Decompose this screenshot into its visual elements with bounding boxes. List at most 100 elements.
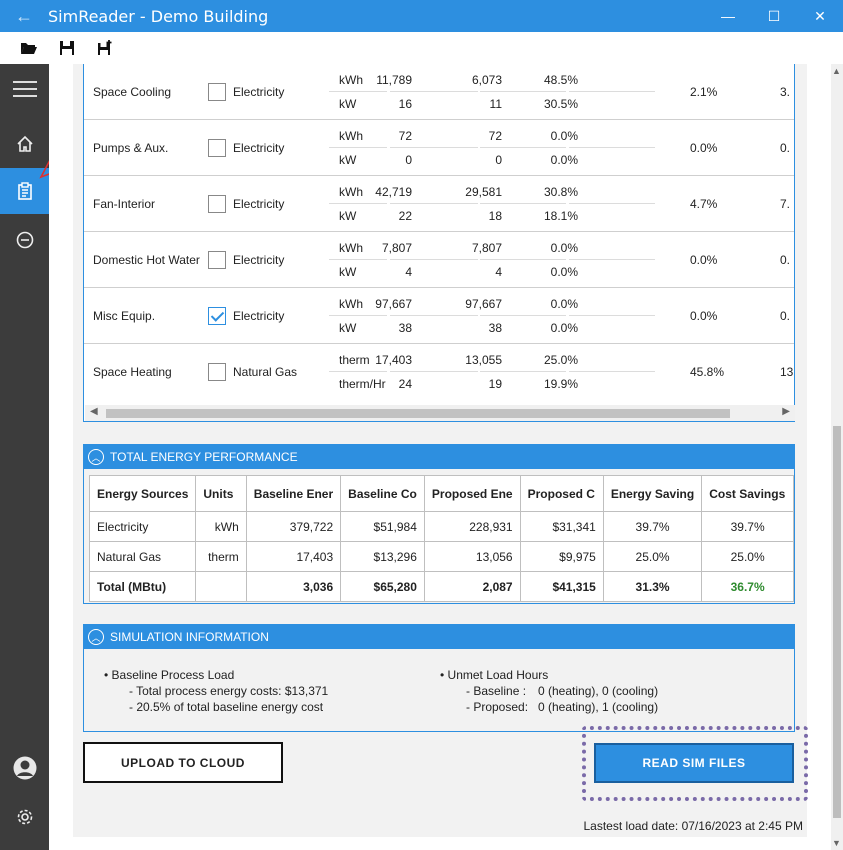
metric-unit: kW [339,209,357,223]
minimize-button[interactable]: — [705,0,751,32]
truncated-value: 7. [780,197,791,211]
metric-value: 16 [398,97,412,111]
scroll-up-arrow-icon[interactable]: ▲ [832,66,841,76]
column-header[interactable]: Units [195,475,247,512]
baseline-energy-share-line: - 20.5% of total baseline energy cost [129,700,324,714]
chevron-up-icon[interactable]: ︿ [88,629,104,645]
scroll-left-arrow-icon[interactable]: ◀ [90,406,98,417]
save-icon[interactable] [56,37,78,59]
simulation-information-body: • Baseline Process Load - Total process … [84,649,794,731]
metric-row: therm/Hr 24 19 19.9% [329,372,794,396]
end-use-checkbox[interactable] [208,195,226,213]
end-use-checkbox[interactable] [208,83,226,101]
simulation-information-section: ︿ SIMULATION INFORMATION • Baseline Proc… [83,624,795,732]
end-use-checkbox[interactable] [208,251,226,269]
metric-value: 7,807 [381,241,412,255]
chevron-up-icon[interactable]: ︿ [88,449,104,465]
total-performance-table: Energy Sources Units Baseline Ener Basel… [88,475,794,602]
section-title: SIMULATION INFORMATION [110,630,269,644]
scroll-down-arrow-icon[interactable]: ▼ [832,838,841,848]
folder-open-icon[interactable] [18,37,40,59]
table-cell: therm [195,541,247,572]
scrollbar-thumb[interactable] [106,409,730,418]
metric-value: 0.0% [550,297,578,311]
metric-value: 24 [398,377,412,391]
metric-value: 30.5% [543,97,578,111]
metric-row: kWh 11,789 6,073 48.5% [329,68,794,92]
table-cell: $9,975 [519,541,604,572]
table-cell: $65,280 [340,571,425,602]
table-cell: 2,087 [423,571,521,602]
column-header[interactable]: Proposed C [519,475,604,512]
scrollbar-thumb[interactable] [833,426,841,818]
metric-row: kW 4 4 0.0% [329,260,794,284]
savings-percent: 4.7% [690,197,718,211]
metric-value: 48.5% [543,73,578,87]
metric-value: 38 [488,321,502,335]
column-header[interactable]: Cost Savings [701,475,794,512]
vertical-scrollbar[interactable]: ▲ ▼ [831,64,843,850]
end-use-name: Pumps & Aux. [93,141,169,155]
table-cell: 25.0% [701,541,794,572]
metric-value: 11 [489,97,502,111]
total-energy-performance-header[interactable]: ︿ TOTAL ENERGY PERFORMANCE [84,445,794,469]
table-cell: Total (MBtu) [88,571,197,602]
end-use-row: Domestic Hot Water Electricity kWh 7,807 7,8… [84,232,794,288]
end-use-checkbox[interactable] [208,139,226,157]
metric-value: 72 [398,129,412,143]
end-use-checkbox[interactable] [208,363,226,381]
scroll-right-arrow-icon[interactable]: ▶ [782,406,790,417]
metric-value: 18 [488,209,502,223]
table-cell: $13,296 [340,541,425,572]
metric-value: 0.0% [550,321,578,335]
end-use-name: Misc Equip. [93,309,156,323]
metric-unit: kWh [339,185,363,199]
column-header[interactable]: Baseline Co [340,475,425,512]
proposed-unmet-hours: 0 (heating), 1 (cooling) [538,700,659,714]
column-header[interactable]: Energy Sources [88,475,197,512]
metric-value: 13,055 [465,353,502,367]
table-cell: 25.0% [602,541,703,572]
column-header[interactable]: Energy Saving [602,475,703,512]
maximize-button[interactable]: ☐ [751,0,797,32]
truncated-value: 13 [780,365,794,379]
table-cell: Electricity [88,511,197,542]
metric-value: 25.0% [543,353,578,367]
end-use-checkbox[interactable] [208,307,226,325]
total-energy-performance-section: ︿ TOTAL ENERGY PERFORMANCE Energy Source… [83,444,795,604]
metric-row: kWh 7,807 7,807 0.0% [329,236,794,260]
savings-percent: 45.8% [690,365,725,379]
user-icon[interactable] [0,745,49,791]
baseline-unmet-hours: 0 (heating), 0 (cooling) [538,684,659,698]
baseline-label: - Baseline : [466,684,527,698]
metric-value: 19.9% [543,377,578,391]
metric-value: 22 [398,209,412,223]
column-header[interactable]: Proposed Ene [423,475,521,512]
metric-value: 7,807 [471,241,502,255]
metric-unit: therm/Hr [339,377,386,391]
save-as-icon[interactable] [94,37,116,59]
metric-value: 0 [405,153,412,167]
upload-to-cloud-button[interactable]: UPLOAD TO CLOUD [83,742,283,783]
read-sim-files-button[interactable]: READ SIM FILES [594,743,794,783]
table-cell: 31.3% [602,571,703,602]
table-cell: 39.7% [602,511,703,542]
metric-value: 30.8% [543,185,578,199]
metric-value: 29,581 [465,185,502,199]
simulation-information-header[interactable]: ︿ SIMULATION INFORMATION [84,625,794,649]
horizontal-scrollbar[interactable]: ◀ ▶ [85,405,795,421]
column-header[interactable]: Baseline Ener [245,475,342,512]
close-button[interactable]: ✕ [797,0,843,32]
metric-row: kWh 42,719 29,581 30.8% [329,180,794,204]
main-content: Space Cooling Electricity kWh 11,789 6,073 48… [49,64,843,850]
back-arrow-icon[interactable]: ← [0,6,48,27]
end-use-row: Space Heating Natural Gas therm 17,403 13,05… [84,344,794,400]
metric-row: kW 16 11 30.5% [329,92,794,116]
gear-icon[interactable] [0,794,49,840]
table-cell: kWh [195,511,247,542]
metric-row: kW 38 38 0.0% [329,316,794,340]
menu-icon[interactable] [0,66,49,112]
more-icon[interactable] [0,217,49,263]
end-use-name: Space Cooling [93,85,172,99]
table-row: Natural Gas therm 17,403 $13,296 13,056 … [88,541,794,572]
